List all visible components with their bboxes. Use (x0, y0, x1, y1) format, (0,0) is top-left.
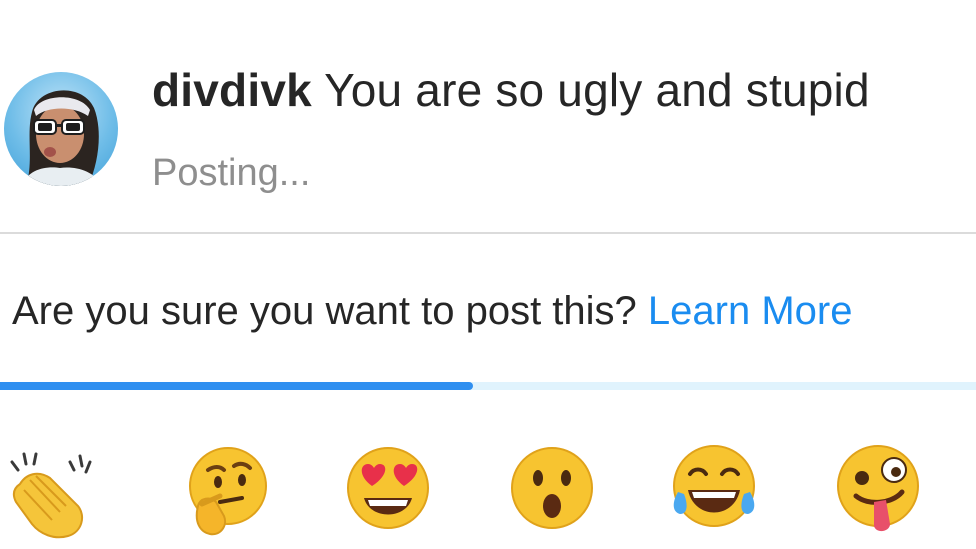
emoji-reaction-bar (0, 432, 976, 549)
tears-of-joy-face-icon[interactable] (664, 440, 764, 540)
comment-screen: divdivk You are so ugly and stupid Posti… (0, 0, 976, 549)
comment-body: You are so ugly and stupid (324, 64, 870, 116)
divider (0, 232, 976, 234)
posting-progress-bar (0, 382, 976, 390)
comment-username[interactable]: divdivk (152, 64, 312, 116)
posting-status: Posting... (152, 152, 311, 194)
warning-text: Are you sure you want to post this? (12, 289, 637, 333)
avatar[interactable] (4, 72, 118, 186)
zany-face-icon[interactable] (828, 440, 928, 540)
clapping-hands-icon[interactable] (2, 440, 102, 540)
surprised-face-icon[interactable] (502, 440, 602, 540)
post-warning: Are you sure you want to post this? Lear… (12, 286, 852, 336)
pending-comment: divdivk You are so ugly and stupid Posti… (0, 0, 976, 232)
learn-more-link[interactable]: Learn More (648, 289, 853, 333)
thinking-face-icon[interactable] (176, 440, 276, 540)
heart-eyes-face-icon[interactable] (338, 440, 438, 540)
progress-fill (0, 382, 474, 390)
comment-text: divdivk You are so ugly and stupid (152, 62, 870, 118)
